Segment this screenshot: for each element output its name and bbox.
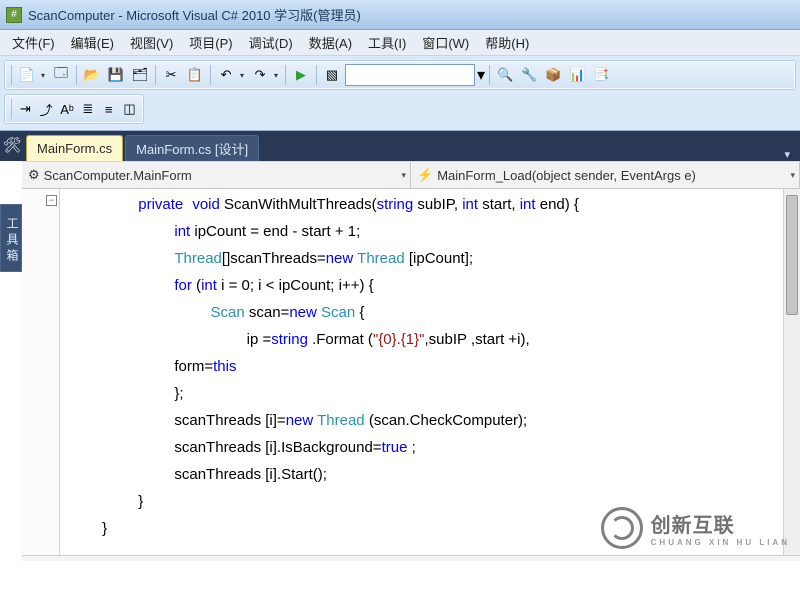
window-title: ScanComputer - Microsoft Visual C# 2010 … [28, 5, 361, 24]
app-icon: # [6, 7, 22, 23]
tab-label: MainForm.cs [37, 141, 112, 156]
menu-help[interactable]: 帮助(H) [477, 30, 537, 55]
toolbar-separator [316, 65, 317, 85]
toolbar-separator [155, 65, 156, 85]
toolbar-text-editor: ⇥ ⤴ Aᵇ ≣ ≡ ◫ [4, 94, 144, 124]
uncomment-button[interactable]: ≡ [99, 98, 118, 120]
document-tab-active[interactable]: MainForm.cs [26, 135, 123, 161]
properties-button[interactable]: 📦 [542, 64, 564, 86]
members-dropdown-label: MainForm_Load(object sender, EventArgs e… [437, 168, 696, 183]
menu-file[interactable]: 文件(F) [4, 30, 63, 55]
save-button[interactable]: 💾 [105, 64, 127, 86]
menu-data[interactable]: 数据(A) [301, 30, 360, 55]
toolbox-sidebar-tab[interactable]: 工具箱 [0, 204, 22, 272]
menu-view[interactable]: 视图(V) [122, 30, 181, 55]
toolbox-button[interactable]: 🔧 [518, 64, 540, 86]
toolbar-standard: 📄▾ 🗔 📂 💾 🗂 ✂ 📋 ↶▾ ↷▾ ▶ ▧ ▾ 🔍 🔧 📦 📊 📑 [4, 60, 796, 90]
chevron-down-icon: ▾ [237, 71, 247, 80]
watermark-text: 创新互联 CHUANG XIN HU LIAN [651, 509, 790, 547]
toolbar-separator [210, 65, 211, 85]
scrollbar-thumb[interactable] [786, 195, 798, 315]
new-project-button[interactable]: 📄▾ [16, 64, 48, 86]
new-icon: 📄 [16, 64, 38, 86]
watermark-logo-icon [601, 507, 643, 549]
toggle-button[interactable]: ◫ [120, 98, 139, 120]
save-all-button[interactable]: 🗂 [129, 64, 151, 86]
add-item-button[interactable]: 🗔 [50, 64, 72, 86]
code-navigation-bar: ⚙ ScanComputer.MainForm ▾ ⚡ MainForm_Loa… [22, 161, 800, 189]
cut-button[interactable]: ✂ [160, 64, 182, 86]
undo-button[interactable]: ↶▾ [215, 64, 247, 86]
grip[interactable] [11, 65, 12, 85]
start-debug-button[interactable]: ▶ [290, 64, 312, 86]
tab-overflow-button[interactable]: ▾ [778, 148, 796, 161]
toolbar-separator [489, 65, 490, 85]
menu-project[interactable]: 项目(P) [181, 30, 240, 55]
copy-button[interactable]: 📋 [184, 64, 206, 86]
menu-debug[interactable]: 调试(D) [241, 30, 301, 55]
redo-button[interactable]: ↷▾ [249, 64, 281, 86]
find-combo[interactable] [345, 64, 475, 86]
chevron-down-icon: ▾ [790, 170, 795, 181]
tab-label: MainForm.cs [设计] [136, 139, 248, 158]
collapse-region-button[interactable]: − [46, 195, 57, 206]
toolbar-separator [285, 65, 286, 85]
menu-edit[interactable]: 编辑(E) [63, 30, 122, 55]
chevron-down-icon[interactable]: ▾ [477, 65, 485, 85]
types-dropdown[interactable]: ⚙ ScanComputer.MainForm ▾ [22, 162, 411, 188]
toolbar-separator [76, 65, 77, 85]
member-list-button[interactable]: Aᵇ [58, 98, 77, 120]
redo-icon: ↷ [249, 64, 271, 86]
menu-tools[interactable]: 工具(I) [360, 30, 414, 55]
footer-strip [22, 555, 800, 561]
chevron-down-icon: ▾ [271, 71, 281, 80]
menu-bar: 文件(F) 编辑(E) 视图(V) 项目(P) 调试(D) 数据(A) 工具(I… [0, 30, 800, 56]
bookmark-button[interactable]: ⤴ [37, 98, 56, 120]
chevron-down-icon: ▾ [401, 170, 406, 181]
editor-gutter: − [22, 189, 60, 555]
watermark: 创新互联 CHUANG XIN HU LIAN [601, 507, 790, 549]
sidebar-handle-icon[interactable]: 🛠 [2, 135, 22, 157]
solution-cfg-button[interactable]: ▧ [321, 64, 343, 86]
code-text[interactable]: private void ScanWithMultThreads(string … [60, 189, 800, 542]
find-button[interactable]: 🔍 [494, 64, 516, 86]
method-icon: ⚡ [417, 167, 433, 183]
undo-icon: ↶ [215, 64, 237, 86]
document-tab-inactive[interactable]: MainForm.cs [设计] [125, 135, 259, 161]
grip[interactable] [11, 99, 12, 119]
class-view-button[interactable]: 📑 [590, 64, 612, 86]
chevron-down-icon: ▾ [38, 71, 48, 80]
document-tabstrip: 🛠 MainForm.cs MainForm.cs [设计] ▾ [0, 131, 800, 161]
types-dropdown-label: ScanComputer.MainForm [44, 168, 192, 183]
indent-button[interactable]: ⇥ [16, 98, 35, 120]
solution-explorer-button[interactable]: 📊 [566, 64, 588, 86]
class-icon: ⚙ [28, 167, 40, 183]
comment-button[interactable]: ≣ [78, 98, 97, 120]
open-button[interactable]: 📂 [81, 64, 103, 86]
members-dropdown[interactable]: ⚡ MainForm_Load(object sender, EventArgs… [411, 162, 800, 188]
toolbar-area: 📄▾ 🗔 📂 💾 🗂 ✂ 📋 ↶▾ ↷▾ ▶ ▧ ▾ 🔍 🔧 📦 📊 📑 ⇥ ⤴… [0, 56, 800, 131]
code-area[interactable]: private void ScanWithMultThreads(string … [60, 189, 800, 555]
window-titlebar: # ScanComputer - Microsoft Visual C# 201… [0, 0, 800, 30]
menu-window[interactable]: 窗口(W) [414, 30, 477, 55]
vertical-scrollbar[interactable]: ▲ [783, 189, 800, 555]
code-editor[interactable]: − private void ScanWithMultThreads(strin… [22, 189, 800, 555]
